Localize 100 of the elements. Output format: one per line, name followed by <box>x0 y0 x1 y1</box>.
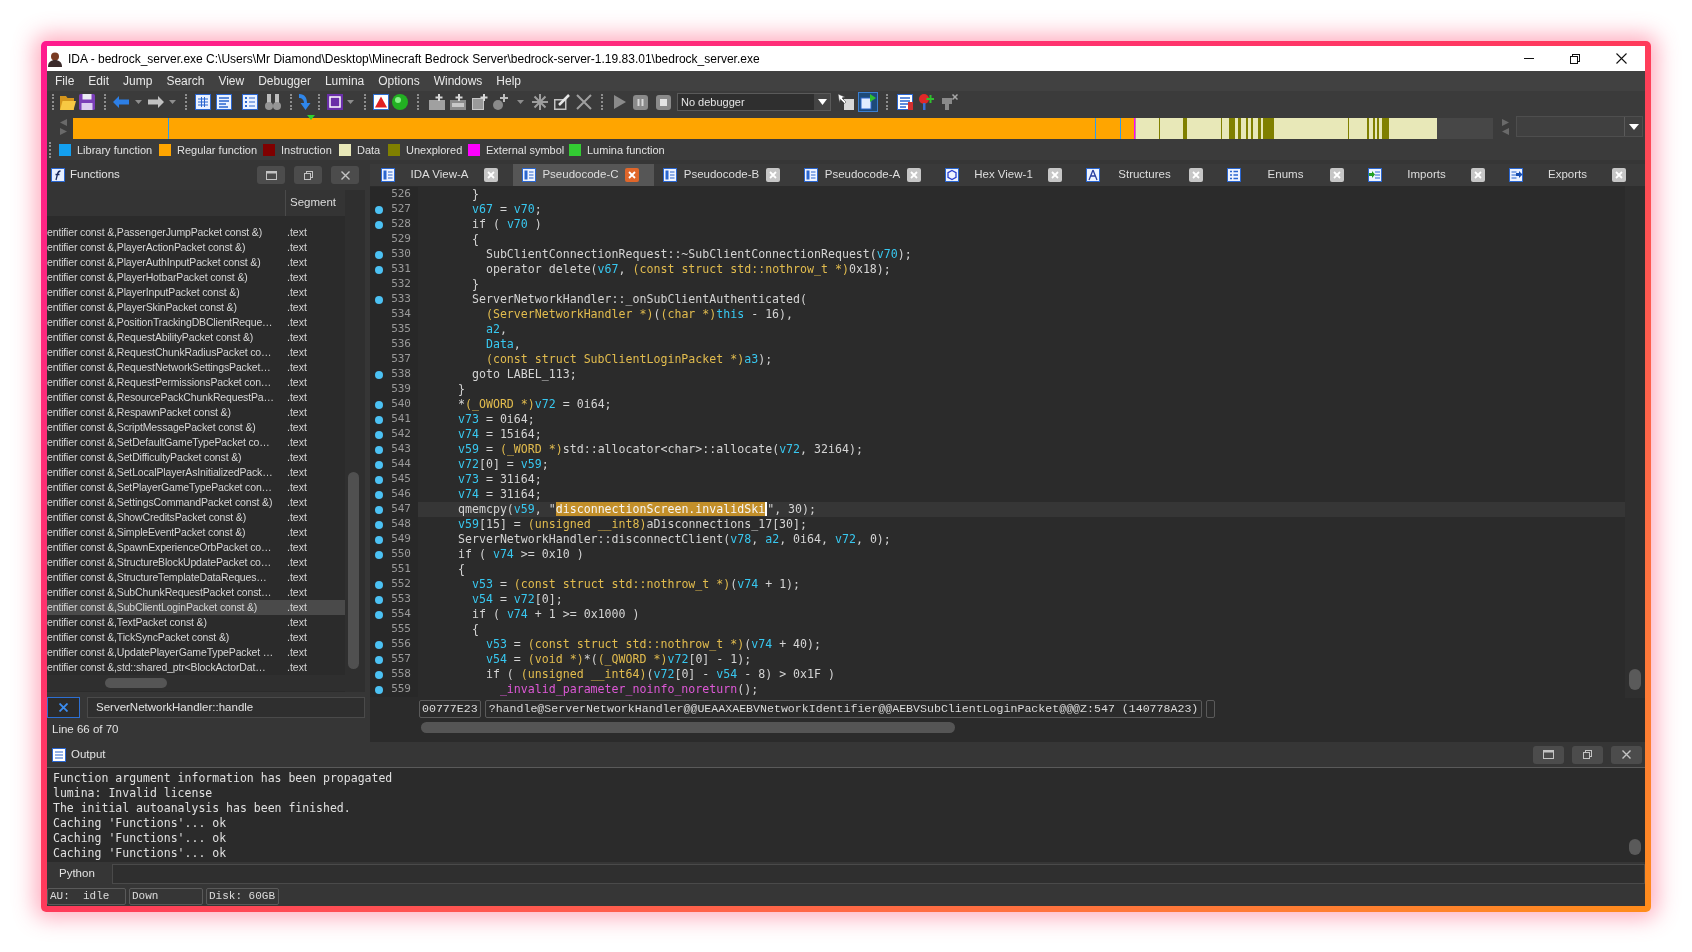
down-arrow-icon[interactable] <box>299 94 311 110</box>
command-input[interactable] <box>111 864 1645 884</box>
menu-item[interactable]: File <box>48 71 82 91</box>
folder-icon[interactable] <box>59 94 76 110</box>
maximize-button[interactable] <box>1533 745 1564 764</box>
forward-arrow-icon[interactable] <box>148 96 164 108</box>
document-add-icon[interactable] <box>471 94 488 110</box>
play-icon[interactable] <box>613 95 626 109</box>
function-row[interactable]: entifier const &,SetPlayerGameTypePacket con… .text <box>47 480 345 495</box>
list-document-icon[interactable] <box>241 94 258 110</box>
function-row[interactable]: entifier const &,UpdatePlayerGameTypePacket … .text <box>47 645 345 660</box>
function-row[interactable]: entifier const &,SimpleEventPacket const &) .text <box>47 525 345 540</box>
cross-icon[interactable] <box>575 94 592 110</box>
function-row[interactable]: entifier const &,RequestAbilityPacket const &) .text <box>47 330 345 345</box>
function-row[interactable]: entifier const &,StructureBlockUpdatePacket co… .text <box>47 555 345 570</box>
pause-icon[interactable] <box>633 94 648 110</box>
tab[interactable]: Enums <box>1218 164 1359 186</box>
scrollbar-thumb[interactable] <box>1629 839 1641 855</box>
function-row[interactable]: entifier const &,TickSyncPacket const &) .text <box>47 630 345 645</box>
function-row[interactable]: entifier const &,PlayerInputPacket const &) .text <box>47 285 345 300</box>
cli-language-button[interactable]: Python <box>47 862 107 886</box>
pointer-document-icon[interactable] <box>837 94 854 110</box>
function-row[interactable]: entifier const &,RequestPermissionsPacket con… .text <box>47 375 345 390</box>
warning-icon[interactable] <box>372 94 389 110</box>
menu-item[interactable]: Edit <box>81 71 117 91</box>
function-row[interactable]: entifier const &,SubClientLoginPacket const &) .text <box>47 600 345 615</box>
tab[interactable]: Structures <box>1077 164 1218 186</box>
segment-cell: .text <box>287 360 307 375</box>
function-row[interactable]: entifier const &,SetDifficultyPacket const &) .text <box>47 450 345 465</box>
menu-item[interactable]: View <box>211 71 252 91</box>
caret-icon[interactable] <box>168 100 176 104</box>
function-row[interactable]: entifier const &,PlayerSkinPacket const &) .text <box>47 300 345 315</box>
edit-icon[interactable] <box>554 94 570 110</box>
caret-icon[interactable] <box>516 100 524 104</box>
menu-item[interactable]: Windows <box>426 71 490 91</box>
function-row[interactable]: entifier const &,PassengerJumpPacket const &) .text <box>47 225 345 240</box>
menu-item[interactable]: Help <box>489 71 528 91</box>
close-icon[interactable] <box>625 168 639 182</box>
function-row[interactable]: entifier const &,RespawnPacket const &) .text <box>47 405 345 420</box>
code-line: operator delete(v67, (const struct std::nothrow_t *)0x18); <box>484 262 891 277</box>
binoculars-icon[interactable] <box>265 94 281 110</box>
segment-cell: .text <box>287 435 307 450</box>
navigation-band[interactable] <box>73 114 1493 139</box>
menu-item[interactable]: Jump <box>116 71 160 91</box>
restore-button[interactable] <box>1572 745 1603 764</box>
tab[interactable]: Pseudocode-B <box>654 164 795 186</box>
code-add-icon[interactable] <box>429 94 445 110</box>
function-row[interactable]: entifier const &,TextPacket const &) .text <box>47 615 345 630</box>
function-row[interactable]: entifier const &,SetLocalPlayerAsInitializedPack… .text <box>47 465 345 480</box>
function-row[interactable]: entifier const &,PlayerHotbarPacket const &) .text <box>47 270 345 285</box>
tab[interactable]: Hex View-1 <box>936 164 1077 186</box>
save-icon[interactable] <box>79 94 95 110</box>
circle-icon[interactable] <box>391 94 408 110</box>
caret-icon[interactable] <box>135 100 142 104</box>
function-row[interactable]: entifier const &,SetDefaultGameTypePacket co… .text <box>47 435 345 450</box>
function-row[interactable]: entifier const &,ShowCreditsPacket const &) .text <box>47 510 345 525</box>
caret-icon[interactable] <box>347 100 354 104</box>
function-row[interactable]: entifier const &,PlayerActionPacket const &) .text <box>47 240 345 255</box>
asterisk-icon[interactable] <box>531 94 548 110</box>
tab[interactable]: Exports <box>1500 164 1641 186</box>
function-row[interactable]: entifier const &,std::shared_ptr<BlockActorDat… .text <box>47 660 345 675</box>
run-icon[interactable] <box>858 92 878 112</box>
back-arrow-icon[interactable] <box>113 96 129 108</box>
document-icon[interactable] <box>216 94 232 110</box>
grid-document-icon[interactable] <box>194 94 211 110</box>
maximize-button[interactable] <box>257 166 285 184</box>
filter-field[interactable]: ServerNetworkHandler::handle <box>87 697 365 718</box>
tab[interactable]: Imports <box>1359 164 1500 186</box>
tool-icon[interactable] <box>942 94 958 110</box>
list-icon[interactable] <box>896 94 913 110</box>
add-icon[interactable] <box>493 94 509 110</box>
function-row[interactable]: entifier const &,SubChunkRequestPacket const… .text <box>47 585 345 600</box>
menu-item[interactable]: Debugger <box>251 71 318 91</box>
function-row[interactable]: entifier const &,PlayerAuthInputPacket const &) .text <box>47 255 345 270</box>
scrollbar-thumb[interactable] <box>1629 669 1641 690</box>
debugger-select[interactable]: No debugger <box>677 93 831 111</box>
function-row[interactable]: entifier const &,ResourcePackChunkRequestPa… .text <box>47 390 345 405</box>
function-row[interactable]: entifier const &,ScriptMessagePacket const &) .text <box>47 420 345 435</box>
scrollbar-thumb[interactable] <box>105 678 167 688</box>
stop-icon[interactable] <box>656 94 671 110</box>
function-row[interactable]: entifier const &,SettingsCommandPacket const &) .text <box>47 495 345 510</box>
menu-item[interactable]: Options <box>371 71 427 91</box>
clear-filter-button[interactable] <box>47 697 80 718</box>
scrollbar-thumb[interactable] <box>348 472 359 669</box>
pin-add-icon[interactable] <box>918 94 934 110</box>
menu-item[interactable]: Search <box>159 71 212 91</box>
function-row[interactable]: entifier const &,SpawnExperienceOrbPacket co… .text <box>47 540 345 555</box>
text-box-icon[interactable] <box>326 94 343 110</box>
tab[interactable]: Pseudocode-A <box>795 164 936 186</box>
function-row[interactable]: entifier const &,PositionTrackingDBClientReque… .text <box>47 315 345 330</box>
tab[interactable]: IDA View-A <box>372 164 513 186</box>
function-row[interactable]: entifier const &,RequestChunkRadiusPacket co… .text <box>47 345 345 360</box>
scrollbar-thumb[interactable] <box>421 721 955 733</box>
menu-item[interactable]: Lumina <box>317 71 372 91</box>
data-add-icon[interactable] <box>449 94 466 110</box>
function-row[interactable]: entifier const &,StructureTemplateDataReques… .text <box>47 570 345 585</box>
close-button[interactable] <box>331 166 359 184</box>
function-row[interactable]: entifier const &,RequestNetworkSettingsPacket… .text <box>47 360 345 375</box>
tab[interactable]: Pseudocode-C <box>513 164 654 186</box>
close-button[interactable] <box>1611 745 1642 764</box>
